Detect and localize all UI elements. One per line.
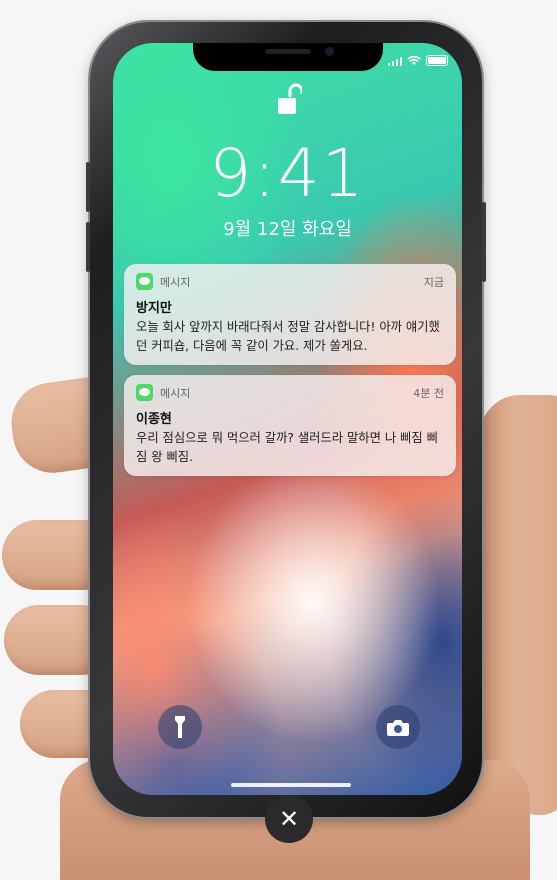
notification-sender: 방지만 (136, 301, 172, 316)
lock-time: 9:41 (209, 135, 366, 212)
cellular-signal-icon (387, 56, 402, 66)
power-button (482, 202, 486, 282)
notification-message: 오늘 회사 앞까지 바래다줘서 정말 감사합니다! 아까 얘기했던 커피숍, 다… (136, 320, 440, 353)
flashlight-button[interactable] (158, 705, 202, 749)
battery-icon (426, 55, 448, 66)
notch (193, 43, 383, 71)
notification-sender: 이종현 (136, 412, 172, 427)
lock-screen: 9:41 9월 12일 화요일 메시지 지금 방지만 오늘 회사 앞까지 바래다… (113, 43, 462, 795)
hand-right (480, 395, 557, 815)
wifi-icon (407, 55, 421, 65)
messages-app-icon (136, 384, 153, 401)
messages-app-icon (136, 273, 153, 290)
notification-card[interactable]: 메시지 4분 전 이종현 우리 점심으로 뭐 먹으러 갈까? 샐러드라 말하면 … (124, 375, 456, 476)
status-bar (387, 55, 448, 66)
volume-button (86, 162, 90, 212)
home-indicator[interactable] (231, 783, 351, 787)
flashlight-icon (175, 716, 185, 738)
notification-card[interactable]: 메시지 지금 방지만 오늘 회사 앞까지 바래다줘서 정말 감사합니다! 아까 … (124, 264, 456, 365)
lock-date: 9월 12일 화요일 (223, 219, 352, 240)
front-camera (325, 47, 334, 56)
notification-time: 4분 전 (413, 386, 444, 400)
close-button[interactable]: ✕ (265, 795, 313, 843)
notification-app-name: 메시지 (160, 386, 191, 400)
volume-button (86, 222, 90, 272)
notification-message: 우리 점심으로 뭐 먹으러 갈까? 샐러드라 말하면 나 삐짐 삐짐 왕 삐짐. (136, 431, 438, 464)
unlocked-padlock-icon (278, 83, 302, 114)
close-icon: ✕ (278, 805, 300, 833)
camera-icon (387, 719, 409, 736)
speaker (265, 49, 311, 54)
notification-time: 지금 (423, 275, 444, 289)
camera-button[interactable] (376, 705, 420, 749)
notification-app-name: 메시지 (160, 275, 191, 289)
